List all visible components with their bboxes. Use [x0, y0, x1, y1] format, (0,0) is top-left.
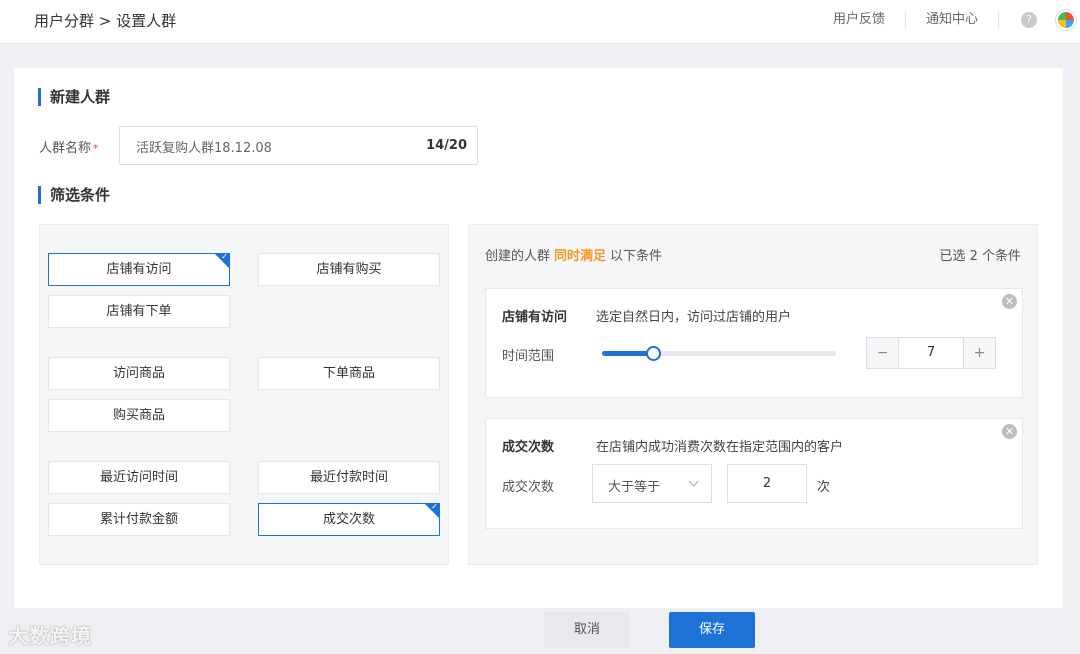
condition-option-label: 店铺有购买	[316, 262, 382, 277]
card-description: 选定自然日内，访问过店铺的用户	[596, 310, 792, 325]
group-name-input[interactable]	[136, 136, 416, 156]
condition-option-last-payment-time[interactable]: 最近付款时间	[258, 461, 440, 494]
required-mark: *	[93, 142, 99, 155]
operator-value: 大于等于	[608, 480, 661, 495]
save-button[interactable]: 保存	[669, 612, 755, 648]
condition-option-label: 店铺有下单	[106, 304, 172, 319]
condition-card-shop-visit: 店铺有访问 选定自然日内，访问过店铺的用户 ✕ 时间范围 − 7 +	[485, 288, 1023, 398]
help-icon[interactable]: ?	[1021, 12, 1037, 28]
card-title: 成交次数	[502, 440, 555, 455]
section-title-create: 新建人群	[38, 88, 110, 106]
condition-option-purchase-product[interactable]: 购买商品	[48, 399, 230, 432]
card-title: 店铺有访问	[502, 310, 568, 325]
time-range-label: 时间范围	[502, 349, 555, 364]
deal-count-input[interactable]: 2	[727, 464, 807, 503]
operator-select[interactable]: 大于等于	[592, 464, 712, 503]
condition-option-label: 店铺有访问	[106, 262, 172, 277]
condition-card-deal-count: 成交次数 在店铺内成功消费次数在指定范围内的客户 ✕ 成交次数 大于等于 2 次	[485, 418, 1023, 529]
selected-count: 已选 2 个条件	[939, 249, 1021, 264]
cancel-button[interactable]: 取消	[544, 612, 630, 648]
checkmark-icon: ✓	[221, 253, 228, 261]
time-range-slider[interactable]	[602, 346, 836, 361]
condition-option-shop-order[interactable]: 店铺有下单	[48, 295, 230, 328]
breadcrumb: 用户分群 > 设置人群	[34, 12, 177, 30]
avatar[interactable]	[1056, 10, 1076, 30]
card-description: 在店铺内成功消费次数在指定范围内的客户	[596, 440, 844, 455]
checkmark-icon: ✓	[431, 503, 438, 511]
decrement-button[interactable]: −	[867, 338, 899, 368]
condition-option-label: 购买商品	[112, 408, 165, 423]
match-rule-suffix: 以下条件	[610, 249, 663, 264]
condition-option-order-product[interactable]: 下单商品	[258, 357, 440, 390]
condition-options-panel: 店铺有访问 ✓ 店铺有购买 店铺有下单 访问商品 下单商品 购买商品 最近访问时…	[39, 224, 449, 565]
selected-conditions-panel: 创建的人群 同时满足 以下条件 已选 2 个条件 店铺有访问 选定自然日内，访问过店…	[468, 224, 1038, 565]
close-icon[interactable]: ✕	[1002, 424, 1017, 439]
chevron-down-icon	[688, 476, 699, 487]
condition-option-total-payment[interactable]: 累计付款金额	[48, 503, 230, 536]
unit-label: 次	[817, 480, 831, 495]
condition-option-deal-count[interactable]: 成交次数 ✓	[258, 503, 440, 536]
match-rule-highlight: 同时满足	[554, 249, 607, 264]
deal-count-label: 成交次数	[502, 480, 555, 495]
close-icon[interactable]: ✕	[1002, 294, 1017, 309]
char-counter: 14/20	[426, 138, 467, 153]
slider-handle[interactable]	[646, 346, 662, 361]
condition-option-label: 成交次数	[322, 512, 375, 527]
days-stepper[interactable]: − 7 +	[866, 337, 996, 369]
group-name-label: 人群名称 *	[39, 137, 99, 156]
condition-option-label: 最近付款时间	[309, 470, 388, 485]
increment-button[interactable]: +	[963, 338, 995, 368]
match-rule-text: 创建的人群 同时满足 以下条件	[485, 245, 662, 264]
condition-option-shop-visit[interactable]: 店铺有访问 ✓	[48, 253, 230, 286]
top-bar: 用户分群 > 设置人群 用户反馈 通知中心 ?	[0, 0, 1080, 44]
condition-option-label: 访问商品	[112, 366, 165, 381]
condition-option-shop-purchase[interactable]: 店铺有购买	[258, 253, 440, 286]
notification-center-link[interactable]: 通知中心	[906, 11, 999, 29]
top-right-actions: 用户反馈 通知中心 ?	[813, 0, 1080, 40]
days-value[interactable]: 7	[899, 338, 963, 368]
condition-option-visit-product[interactable]: 访问商品	[48, 357, 230, 390]
section-title-filter: 筛选条件	[38, 186, 110, 204]
group-name-field[interactable]: 14/20	[119, 126, 478, 165]
watermark: 大数跨境	[8, 624, 92, 648]
condition-option-label: 累计付款金额	[99, 512, 178, 527]
match-rule-prefix: 创建的人群	[485, 249, 551, 264]
condition-option-label: 下单商品	[322, 366, 375, 381]
feedback-link[interactable]: 用户反馈	[813, 11, 906, 29]
condition-option-last-visit-time[interactable]: 最近访问时间	[48, 461, 230, 494]
group-name-label-text: 人群名称	[39, 141, 92, 156]
condition-option-label: 最近访问时间	[99, 470, 178, 485]
